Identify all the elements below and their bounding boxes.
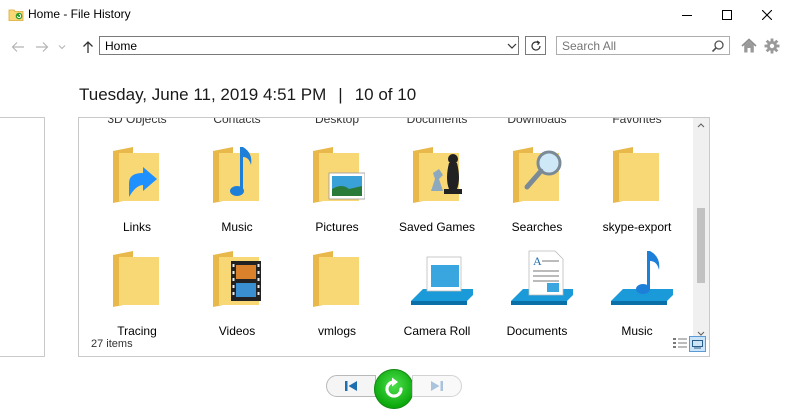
refresh-button[interactable] [525,36,546,55]
close-button[interactable] [744,0,788,30]
gear-icon[interactable] [764,38,780,54]
list-item-saved-games[interactable]: Saved Games [387,131,487,234]
snapshot-position: 10 of 10 [354,85,417,104]
item-count: 27 items [91,338,133,350]
next-version-button[interactable] [412,375,462,397]
library-camera-roll-icon [411,256,473,305]
skip-forward-icon [431,381,443,391]
item-label: Links [122,220,151,234]
svg-text:A: A [533,254,542,268]
chevron-up-icon [697,122,705,127]
partial-item-label[interactable]: 3D Objects [107,118,166,126]
item-label: Searches [511,220,563,234]
item-label: Music [221,220,253,234]
item-label: Pictures [315,220,359,234]
title-bar: Home - File History [0,0,788,30]
item-label: Saved Games [398,220,476,234]
list-item-searches[interactable]: Searches [487,131,587,234]
restore-icon [385,377,403,398]
folder-saved-games-icon [413,147,462,203]
folder-videos-icon [213,251,261,307]
list-item-tracing[interactable]: Tracing [87,235,187,338]
arrow-up-icon [83,41,93,53]
list-item-documents[interactable]: A Documents [487,235,587,338]
folder-links-icon [113,147,159,203]
details-view-icon[interactable] [673,337,687,349]
minimize-icon [682,15,692,16]
snapshot-date: Tuesday, June 11, 2019 4:51 PM [79,85,327,104]
list-item-vmlogs[interactable]: vmlogs [287,235,387,338]
item-label: Camera Roll [403,324,471,338]
address-bar[interactable]: Home [99,36,519,55]
chevron-down-icon [507,43,516,49]
list-item-music[interactable]: Music [187,131,287,234]
maximize-icon [722,10,732,20]
home-icon[interactable] [741,38,757,54]
previous-snapshot-pane[interactable] [0,117,45,357]
vertical-scrollbar[interactable] [693,118,709,340]
item-label: skype-export [602,220,672,234]
close-icon [762,10,772,20]
partial-item-label[interactable]: Downloads [507,118,566,126]
list-item-skype-export[interactable]: skype-export [587,131,687,234]
partial-row: 3D Objects Contacts Desktop Documents Do… [79,118,699,126]
file-history-app-icon [8,9,24,21]
recent-locations-button[interactable] [56,39,68,55]
partial-item-label[interactable]: Contacts [213,118,260,126]
back-button[interactable] [10,39,26,55]
refresh-icon [530,40,541,51]
search-icon[interactable] [711,39,725,53]
library-music-icon [611,251,673,305]
history-controls [326,369,462,409]
list-item-pictures[interactable]: Pictures [287,131,387,234]
skip-back-icon [345,381,357,391]
list-item-videos[interactable]: Videos [187,235,287,338]
folder-icon [113,251,159,307]
partial-item-label[interactable]: Documents [407,118,468,126]
snapshot-header: Tuesday, June 11, 2019 4:51 PM | 10 of 10 [79,85,416,105]
address-text: Home [105,39,138,53]
folder-icon [313,251,359,307]
folder-pictures-icon [313,147,365,203]
list-item-camera-roll[interactable]: Camera Roll [387,235,487,338]
chevron-down-icon [58,45,66,50]
folder-searches-icon [513,147,562,203]
library-documents-icon: A [511,250,573,305]
previous-version-button[interactable] [326,375,376,397]
forward-button[interactable] [34,39,50,55]
large-icons-view-icon [692,339,703,348]
scrollbar-thumb[interactable] [697,208,705,283]
folder-music-icon [213,147,259,203]
large-icons-view-button[interactable] [689,336,706,352]
partial-item-label[interactable]: Favorites [612,118,661,126]
list-item-music-library[interactable]: Music [587,235,687,338]
item-label: vmlogs [317,324,356,338]
restore-button[interactable] [374,369,414,409]
list-item-links[interactable]: Links [87,131,187,234]
folder-icon [613,147,659,203]
chevron-down-icon [697,331,705,336]
item-label: Documents [506,324,568,338]
arrow-right-icon [36,42,49,52]
up-button[interactable] [80,39,96,55]
item-label: Music [621,324,653,338]
arrow-left-icon [11,42,24,52]
item-label: Videos [218,324,256,338]
address-dropdown-button[interactable] [503,36,520,55]
window-title: Home - File History [28,7,131,21]
scroll-up-button[interactable] [693,118,709,132]
search-input[interactable] [556,36,730,55]
item-label: Tracing [117,324,157,338]
snapshot-separator: | [338,85,343,104]
partial-item-label[interactable]: Desktop [315,118,359,126]
files-panel: 3D Objects Contacts Desktop Documents Do… [78,117,710,357]
